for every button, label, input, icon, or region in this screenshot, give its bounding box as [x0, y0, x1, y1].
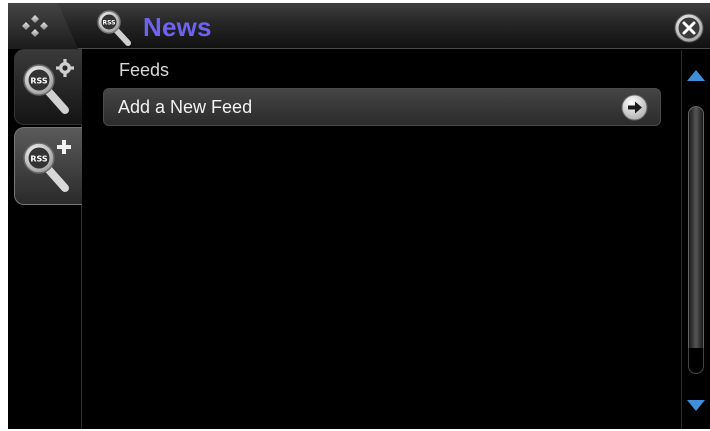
rss-add-icon: RSS: [23, 140, 71, 192]
title-bar: RSS News: [8, 3, 710, 49]
vertical-scrollbar[interactable]: [681, 50, 710, 429]
scroll-up-arrow-icon[interactable]: [687, 70, 705, 81]
rss-magnifier-icon: RSS: [97, 10, 131, 46]
page-title: News: [143, 12, 212, 42]
section-heading: Feeds: [119, 60, 170, 80]
close-icon[interactable]: [674, 13, 704, 43]
scroll-down-arrow-icon[interactable]: [687, 400, 705, 411]
rss-settings-icon: RSS: [23, 59, 74, 114]
tab-manage-feeds[interactable]: RSS: [14, 49, 82, 125]
tab-add-feed[interactable]: RSS: [14, 127, 82, 205]
home-button[interactable]: [8, 3, 78, 49]
feeds-panel: Feeds Add a New Feed: [83, 50, 681, 429]
scroll-track-end: [688, 348, 704, 374]
add-new-feed-item[interactable]: Add a New Feed: [103, 88, 661, 126]
svg-text:RSS: RSS: [103, 20, 116, 27]
svg-text:RSS: RSS: [30, 77, 48, 86]
app-window: RSS News RSS RSS Feeds Add a New Feed: [8, 3, 710, 429]
list-item-label: Add a New Feed: [118, 97, 253, 117]
side-tab-bar: RSS RSS: [8, 49, 82, 429]
svg-text:RSS: RSS: [30, 155, 48, 164]
home-diamond-icon: [22, 15, 48, 37]
scroll-thumb[interactable]: [688, 106, 704, 374]
arrow-right-icon: [621, 94, 648, 121]
